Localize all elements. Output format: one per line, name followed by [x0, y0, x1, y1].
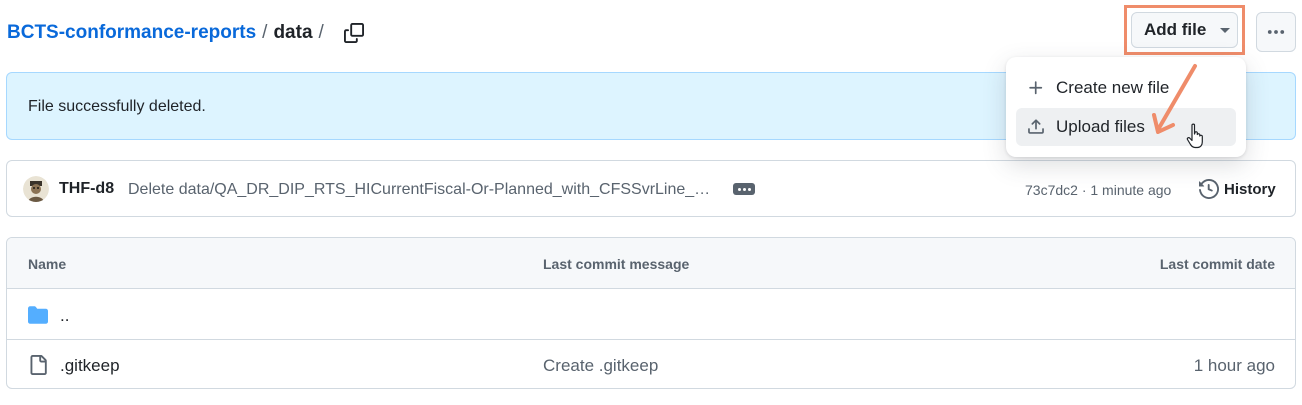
- flash-message: File successfully deleted.: [28, 98, 206, 115]
- folder-icon: [27, 305, 49, 325]
- menu-item-create-new-file[interactable]: Create new file: [1016, 69, 1236, 107]
- file-table: Name Last commit message Last commit dat…: [6, 237, 1296, 389]
- add-file-button[interactable]: Add file: [1131, 12, 1238, 48]
- breadcrumb: BCTS-conformance-reports / data /: [7, 21, 366, 45]
- copy-path-icon[interactable]: [342, 21, 366, 45]
- file-name-link[interactable]: .gitkeep: [60, 356, 120, 376]
- add-file-highlight: Add file: [1124, 5, 1245, 55]
- menu-item-label: Upload files: [1056, 117, 1145, 136]
- table-row-gitkeep[interactable]: .gitkeep Create .gitkeep 1 hour ago: [7, 340, 1295, 388]
- column-header-name: Name: [28, 256, 67, 272]
- breadcrumb-trailing-separator: /: [318, 22, 324, 43]
- table-header: Name Last commit message Last commit dat…: [7, 238, 1295, 289]
- column-header-date: Last commit date: [1159, 256, 1275, 272]
- file-icon: [27, 355, 49, 375]
- file-name-link[interactable]: ..: [60, 306, 69, 326]
- commit-message-link[interactable]: Delete data/QA_DR_DIP_RTS_HICurrentFisca…: [128, 181, 710, 199]
- commit-author-link[interactable]: THF-d8: [59, 180, 114, 198]
- breadcrumb-separator: /: [262, 22, 268, 43]
- breadcrumb-current-dir: data: [273, 22, 313, 43]
- hand-cursor-icon: [1186, 123, 1203, 149]
- expand-commit-message-button[interactable]: [733, 183, 755, 195]
- add-file-dropdown: Create new file Upload files: [1006, 57, 1246, 157]
- history-label: History: [1224, 180, 1276, 198]
- plus-icon: [1026, 78, 1046, 98]
- column-header-message: Last commit message: [543, 256, 690, 272]
- caret-down-icon: [1220, 27, 1231, 33]
- commit-sha-and-time[interactable]: 73c7dc2 · 1 minute ago: [1025, 182, 1171, 198]
- file-commit-date: 1 hour ago: [1193, 356, 1275, 375]
- file-commit-message-link[interactable]: Create .gitkeep: [543, 356, 658, 376]
- avatar[interactable]: [23, 176, 49, 202]
- breadcrumb-repo-link[interactable]: BCTS-conformance-reports: [7, 22, 256, 44]
- table-row-parent-dir[interactable]: ..: [7, 290, 1295, 340]
- kebab-horizontal-icon: [1267, 30, 1285, 34]
- history-icon: [1199, 179, 1219, 199]
- more-options-button[interactable]: [1256, 12, 1296, 52]
- add-file-label: Add file: [1144, 20, 1207, 39]
- latest-commit-bar: THF-d8 Delete data/QA_DR_DIP_RTS_HICurre…: [6, 160, 1296, 217]
- upload-icon: [1026, 117, 1046, 137]
- history-button[interactable]: History: [1199, 179, 1276, 199]
